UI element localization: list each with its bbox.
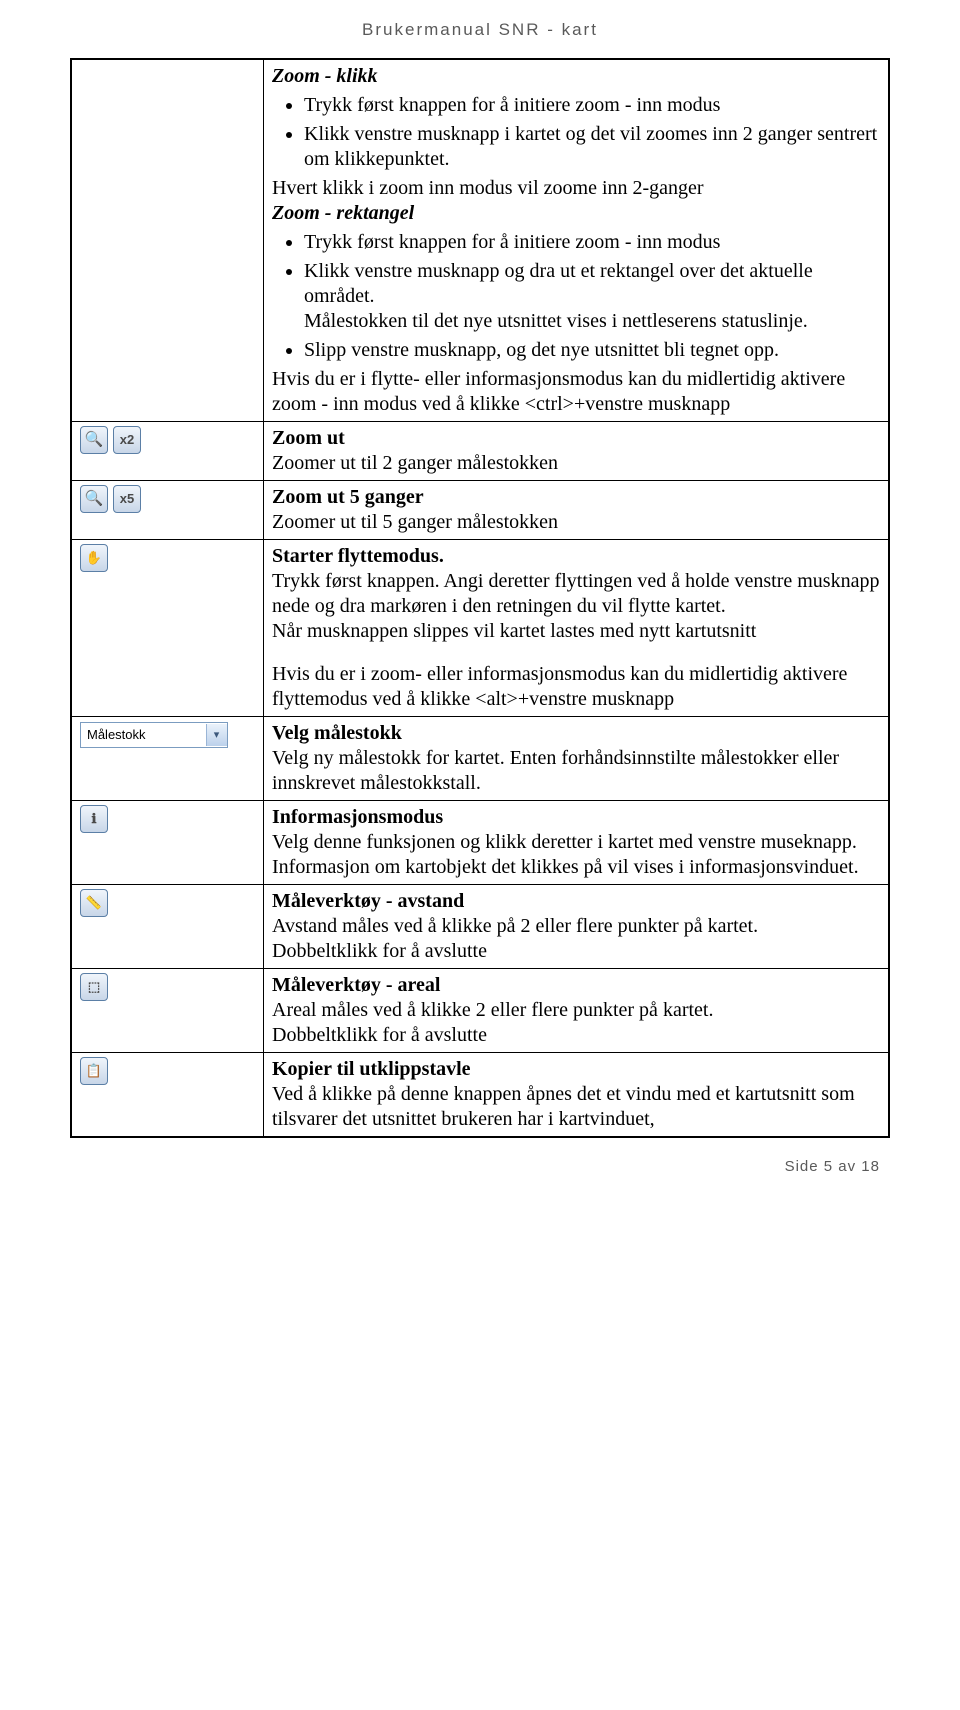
heading-zoom-ut: Zoom ut (272, 427, 345, 449)
list-item: Klikk venstre musknapp og dra ut et rekt… (304, 259, 880, 334)
paragraph: Zoomer ut til 2 ganger målestokken (272, 452, 558, 474)
page: Brukermanual SNR - kart Zoom - klikk Try… (0, 0, 960, 1215)
heading-info: Informasjonsmodus (272, 806, 443, 828)
hand-icon[interactable]: ✋ (80, 544, 108, 572)
table-row: 🔍 x2 Zoom ut Zoomer ut til 2 ganger måle… (71, 422, 889, 481)
zoom-out-5x-icon[interactable]: 🔍 (80, 485, 108, 513)
paragraph: Areal måles ved å klikke 2 eller flere p… (272, 999, 713, 1021)
area-icon[interactable]: ⬚ (80, 973, 108, 1001)
list-item: Slipp venstre musknapp, og det nye utsni… (304, 338, 880, 363)
paragraph: Avstand måles ved å klikke på 2 eller fl… (272, 915, 758, 937)
page-footer: Side 5 av 18 (70, 1158, 890, 1175)
icon-cell-zoom-out-2x: 🔍 x2 (71, 422, 264, 481)
heading-malestokk: Velg målestokk (272, 722, 402, 744)
icon-cell-info: ℹ (71, 801, 264, 885)
paragraph: Velg denne funksjonen og klikk deretter … (272, 831, 857, 853)
paragraph: Hvert klikk i zoom inn modus vil zoome i… (272, 176, 880, 201)
cell-zoom-klikk: Zoom - klikk Trykk først knappen for å i… (264, 59, 890, 422)
copy-icon[interactable]: 📋 (80, 1057, 108, 1085)
icon-cell-measure-area: ⬚ (71, 969, 264, 1053)
heading-avstand: Måleverktøy - avstand (272, 890, 464, 912)
list-item: Klikk venstre musknapp i kartet og det v… (304, 122, 880, 172)
scale-dropdown[interactable]: Målestokk ▾ (80, 722, 228, 748)
paragraph: Dobbeltklikk for å avslutte (272, 940, 487, 962)
x5-icon[interactable]: x5 (113, 485, 141, 513)
paragraph: Ved å klikke på denne knappen åpnes det … (272, 1083, 855, 1130)
list-item-text: Klikk venstre musknapp og dra ut et rekt… (304, 260, 813, 307)
chevron-down-icon: ▾ (206, 724, 227, 746)
table-row: ℹ Informasjonsmodus Velg denne funksjone… (71, 801, 889, 885)
zoom-out-2x-icon[interactable]: 🔍 (80, 426, 108, 454)
table-row: 📋 Kopier til utklippstavle Ved å klikke … (71, 1053, 889, 1138)
heading-areal: Måleverktøy - areal (272, 974, 440, 996)
table-row: ⬚ Måleverktøy - areal Areal måles ved å … (71, 969, 889, 1053)
cell-areal: Måleverktøy - areal Areal måles ved å kl… (264, 969, 890, 1053)
paragraph: Informasjon om kartobjekt det klikkes på… (272, 856, 859, 878)
heading-zoom-ut5: Zoom ut 5 ganger (272, 486, 424, 508)
cell-malestokk: Velg målestokk Velg ny målestokk for kar… (264, 717, 890, 801)
heading-zoom-rektangel: Zoom - rektangel (272, 201, 880, 226)
heading-zoom-klikk: Zoom - klikk (272, 65, 378, 87)
table-row: ✋ Starter flyttemodus. Trykk først knapp… (71, 540, 889, 717)
paragraph: Hvis du er i flytte- eller informasjonsm… (272, 367, 880, 417)
icon-cell-copy: 📋 (71, 1053, 264, 1138)
table-row: 🔍 x5 Zoom ut 5 ganger Zoomer ut til 5 ga… (71, 481, 889, 540)
paragraph: Når musknappen slippes vil kartet lastes… (272, 620, 756, 642)
table-row: 📏 Måleverktøy - avstand Avstand måles ve… (71, 885, 889, 969)
ruler-icon[interactable]: 📏 (80, 889, 108, 917)
cell-kopier: Kopier til utklippstavle Ved å klikke på… (264, 1053, 890, 1138)
table-row: Zoom - klikk Trykk først knappen for å i… (71, 59, 889, 422)
paragraph: Zoomer ut til 5 ganger målestokken (272, 511, 558, 533)
page-header: Brukermanual SNR - kart (70, 20, 890, 40)
paragraph: Velg ny målestokk for kartet. Enten forh… (272, 747, 839, 794)
cell-flytte: Starter flyttemodus. Trykk først knappen… (264, 540, 890, 717)
cell-info: Informasjonsmodus Velg denne funksjonen … (264, 801, 890, 885)
icon-cell-pan: ✋ (71, 540, 264, 717)
icon-cell-scale: Målestokk ▾ (71, 717, 264, 801)
info-icon[interactable]: ℹ (80, 805, 108, 833)
paragraph: Trykk først knappen. Angi deretter flytt… (272, 570, 879, 617)
icon-cell-zoom-out-5x: 🔍 x5 (71, 481, 264, 540)
cell-zoom-ut5: Zoom ut 5 ganger Zoomer ut til 5 ganger … (264, 481, 890, 540)
list-item-text: Målestokken til det nye utsnittet vises … (304, 310, 808, 332)
list-item: Trykk først knappen for å initiere zoom … (304, 93, 880, 118)
cell-avstand: Måleverktøy - avstand Avstand måles ved … (264, 885, 890, 969)
table-row: Målestokk ▾ Velg målestokk Velg ny måles… (71, 717, 889, 801)
cell-zoom-ut: Zoom ut Zoomer ut til 2 ganger målestokk… (264, 422, 890, 481)
icon-cell-measure-distance: 📏 (71, 885, 264, 969)
heading-kopier: Kopier til utklippstavle (272, 1058, 471, 1080)
heading-flytte: Starter flyttemodus. (272, 545, 444, 567)
icon-cell-empty (71, 59, 264, 422)
list-item: Trykk først knappen for å initiere zoom … (304, 230, 880, 255)
help-table: Zoom - klikk Trykk først knappen for å i… (70, 58, 890, 1138)
dropdown-label: Målestokk (87, 727, 146, 743)
x2-icon[interactable]: x2 (113, 426, 141, 454)
paragraph: Dobbeltklikk for å avslutte (272, 1024, 487, 1046)
paragraph: Hvis du er i zoom- eller informasjonsmod… (272, 663, 847, 710)
